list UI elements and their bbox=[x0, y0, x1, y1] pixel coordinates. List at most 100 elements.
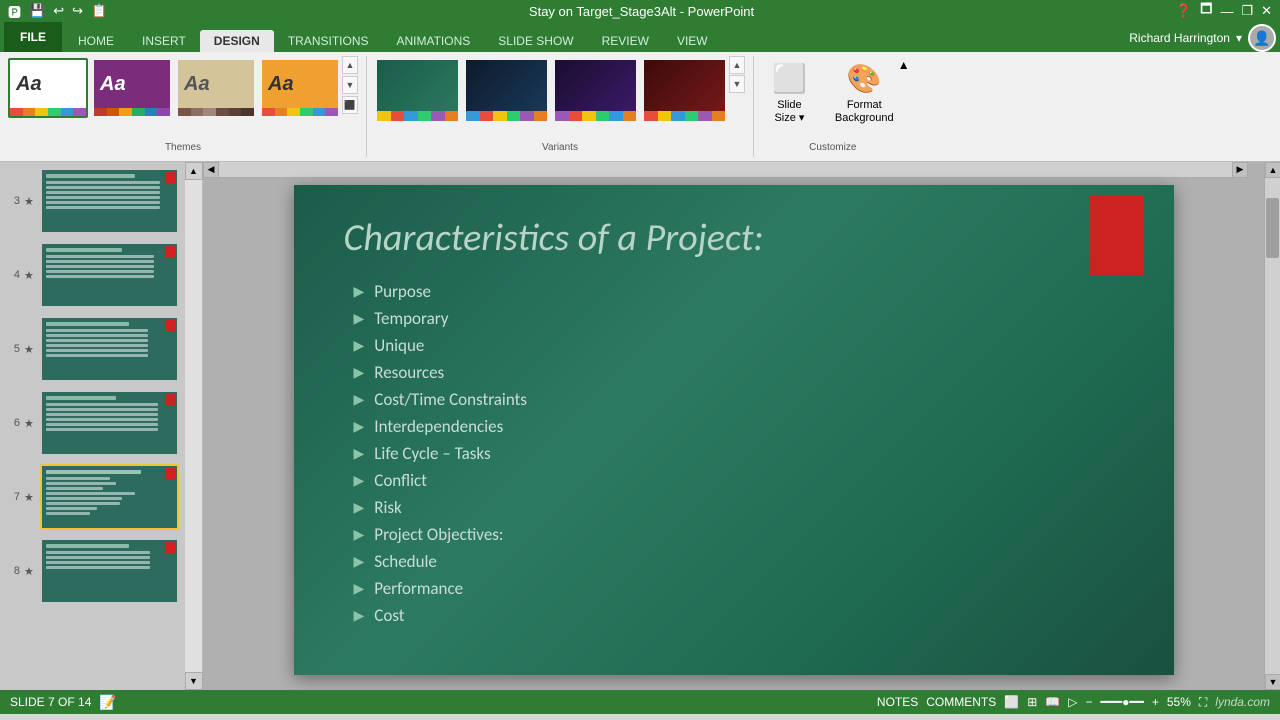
bullet-performance[interactable]: ▶ Performance bbox=[354, 578, 1134, 599]
tab-design[interactable]: DESIGN bbox=[200, 30, 274, 52]
view-slideshow-icon[interactable]: ▷ bbox=[1068, 695, 1077, 709]
bullet-arrow-13: ▶ bbox=[354, 607, 365, 624]
bullet-arrow-11: ▶ bbox=[354, 553, 365, 570]
bullet-objectives[interactable]: ▶ Project Objectives: bbox=[354, 524, 1134, 545]
slide-item-6[interactable]: 6 ★ bbox=[4, 388, 181, 458]
theme-3[interactable]: Aa bbox=[176, 58, 256, 118]
user-area: Richard Harrington ▾ 👤 bbox=[1129, 24, 1276, 52]
collapse-ribbon-button[interactable]: ▲ bbox=[898, 58, 910, 72]
scroll-down-button[interactable]: ▼ bbox=[185, 672, 203, 690]
slide-title[interactable]: Characteristics of a Project: bbox=[294, 185, 1174, 271]
zoom-slider[interactable]: ━━━●━━ bbox=[1100, 695, 1143, 709]
slide-item-3[interactable]: 3 ★ bbox=[4, 166, 181, 236]
tab-view[interactable]: VIEW bbox=[663, 30, 722, 52]
window-title: Stay on Target_Stage3Alt - PowerPoint bbox=[113, 4, 1170, 19]
tab-transitions[interactable]: TRANSITIONS bbox=[274, 30, 383, 52]
bullet-cost-time[interactable]: ▶ Cost/Time Constraints bbox=[354, 389, 1134, 410]
bullet-temporary[interactable]: ▶ Temporary bbox=[354, 308, 1134, 329]
slide-notes-toggle-icon[interactable]: 📝 bbox=[99, 694, 116, 711]
tab-home[interactable]: HOME bbox=[64, 30, 128, 52]
themes-label: Themes bbox=[0, 138, 366, 153]
slide-thumb-3[interactable] bbox=[40, 168, 179, 234]
branding-logo: lynda.com bbox=[1215, 695, 1270, 709]
ribbon: Aa Aa bbox=[0, 52, 1280, 162]
view-grid-icon[interactable]: ⊞ bbox=[1027, 695, 1037, 709]
bullet-schedule[interactable]: ▶ Schedule bbox=[354, 551, 1134, 572]
theme-1[interactable]: Aa bbox=[8, 58, 88, 118]
slide-item-7[interactable]: 7 ★ bbox=[4, 462, 181, 532]
slide-panel-scrollbar: ▲ ▼ bbox=[185, 162, 203, 690]
close-icon[interactable]: ✕ bbox=[1259, 3, 1274, 19]
view-normal-icon[interactable]: ⬜ bbox=[1004, 695, 1019, 709]
tab-review[interactable]: REVIEW bbox=[588, 30, 663, 52]
comments-button[interactable]: COMMENTS bbox=[926, 695, 996, 709]
themes-scroll-up[interactable]: ▲ bbox=[342, 56, 358, 74]
slide-thumb-6[interactable] bbox=[40, 390, 179, 456]
bullet-arrow-12: ▶ bbox=[354, 580, 365, 597]
variants-label: Variants bbox=[367, 142, 753, 153]
scroll-up-button[interactable]: ▲ bbox=[185, 162, 203, 180]
notes-button[interactable]: NOTES bbox=[877, 695, 918, 709]
restore-window-icon[interactable]: 🗖 bbox=[1198, 0, 1214, 22]
bullet-risk[interactable]: ▶ Risk bbox=[354, 497, 1134, 518]
hscroll-right-button[interactable]: ▶ bbox=[1232, 162, 1248, 178]
bullet-arrow-9: ▶ bbox=[354, 499, 365, 516]
variant-1[interactable] bbox=[375, 58, 460, 123]
variants-scroll-up[interactable]: ▲ bbox=[729, 56, 745, 74]
slide-thumb-4[interactable] bbox=[40, 242, 179, 308]
slide-item-4[interactable]: 4 ★ bbox=[4, 240, 181, 310]
fit-to-window-icon[interactable]: ⛶ bbox=[1199, 695, 1207, 710]
zoom-in-icon[interactable]: + bbox=[1152, 695, 1159, 709]
slide-thumb-5[interactable] bbox=[40, 316, 179, 382]
customize-icon[interactable]: 📋 bbox=[89, 3, 109, 19]
variants-scroll-down[interactable]: ▼ bbox=[729, 75, 745, 93]
slide-size-button[interactable]: ⬜ SlideSize ▾ bbox=[762, 58, 817, 129]
theme-4[interactable]: Aa bbox=[260, 58, 340, 118]
bullet-arrow-1: ▶ bbox=[354, 283, 365, 300]
bullet-unique[interactable]: ▶ Unique bbox=[354, 335, 1134, 356]
themes-scroll-down[interactable]: ▼ bbox=[342, 76, 358, 94]
themes-scroll-more[interactable]: ⬛ bbox=[342, 96, 358, 114]
theme-2[interactable]: Aa bbox=[92, 58, 172, 118]
bullet-arrow-8: ▶ bbox=[354, 472, 365, 489]
variant-2[interactable] bbox=[464, 58, 549, 123]
slide-item-5[interactable]: 5 ★ bbox=[4, 314, 181, 384]
vscrollbar-thumb[interactable] bbox=[1266, 198, 1279, 258]
zoom-level[interactable]: 55% bbox=[1167, 695, 1191, 709]
tab-slideshow[interactable]: SLIDE SHOW bbox=[484, 30, 587, 52]
slide-thumb-8[interactable] bbox=[40, 538, 179, 604]
maximize-icon[interactable]: ❐ bbox=[1239, 3, 1255, 19]
slide-info: SLIDE 7 OF 14 bbox=[10, 695, 91, 709]
variant-3[interactable] bbox=[553, 58, 638, 123]
tab-file[interactable]: FILE bbox=[4, 22, 62, 52]
view-reading-icon[interactable]: 📖 bbox=[1045, 695, 1060, 709]
help-icon[interactable]: ❓ bbox=[1174, 3, 1194, 19]
tab-animations[interactable]: ANIMATIONS bbox=[382, 30, 484, 52]
slide-canvas[interactable]: Characteristics of a Project: ▶ Purpose … bbox=[294, 185, 1174, 675]
tab-insert[interactable]: INSERT bbox=[128, 30, 200, 52]
save-icon[interactable]: 💾 bbox=[27, 3, 47, 19]
minimize-icon[interactable]: — bbox=[1218, 4, 1235, 19]
bullet-resources[interactable]: ▶ Resources bbox=[354, 362, 1134, 383]
slide-item-8[interactable]: 8 ★ bbox=[4, 536, 181, 606]
redo-icon[interactable]: ↪ bbox=[70, 3, 85, 19]
zoom-out-icon[interactable]: − bbox=[1085, 695, 1092, 709]
variant-items bbox=[375, 56, 727, 125]
bullet-text-conflict: Conflict bbox=[374, 470, 427, 491]
bullet-arrow-4: ▶ bbox=[354, 364, 365, 381]
variant-4[interactable] bbox=[642, 58, 727, 123]
slide-thumb-7[interactable] bbox=[40, 464, 179, 530]
bullet-interdependencies[interactable]: ▶ Interdependencies bbox=[354, 416, 1134, 437]
bullet-lifecycle[interactable]: ▶ Life Cycle – Tasks bbox=[354, 443, 1134, 464]
bullet-purpose[interactable]: ▶ Purpose bbox=[354, 281, 1134, 302]
vscroll-bottom-button[interactable]: ▼ bbox=[1265, 674, 1280, 690]
format-background-button[interactable]: 🎨 FormatBackground bbox=[825, 58, 904, 129]
bullet-list: ▶ Purpose ▶ Temporary ▶ Unique ▶ Resourc… bbox=[294, 271, 1174, 636]
undo-icon[interactable]: ↩ bbox=[51, 3, 66, 19]
hscroll-left-button[interactable]: ◀ bbox=[203, 162, 219, 178]
bullet-text-schedule: Schedule bbox=[374, 551, 437, 572]
right-scrollbar: ▲ ▼ bbox=[1264, 162, 1280, 690]
bullet-conflict[interactable]: ▶ Conflict bbox=[354, 470, 1134, 491]
bullet-cost[interactable]: ▶ Cost bbox=[354, 605, 1134, 626]
vscroll-top-button[interactable]: ▲ bbox=[1265, 162, 1280, 178]
